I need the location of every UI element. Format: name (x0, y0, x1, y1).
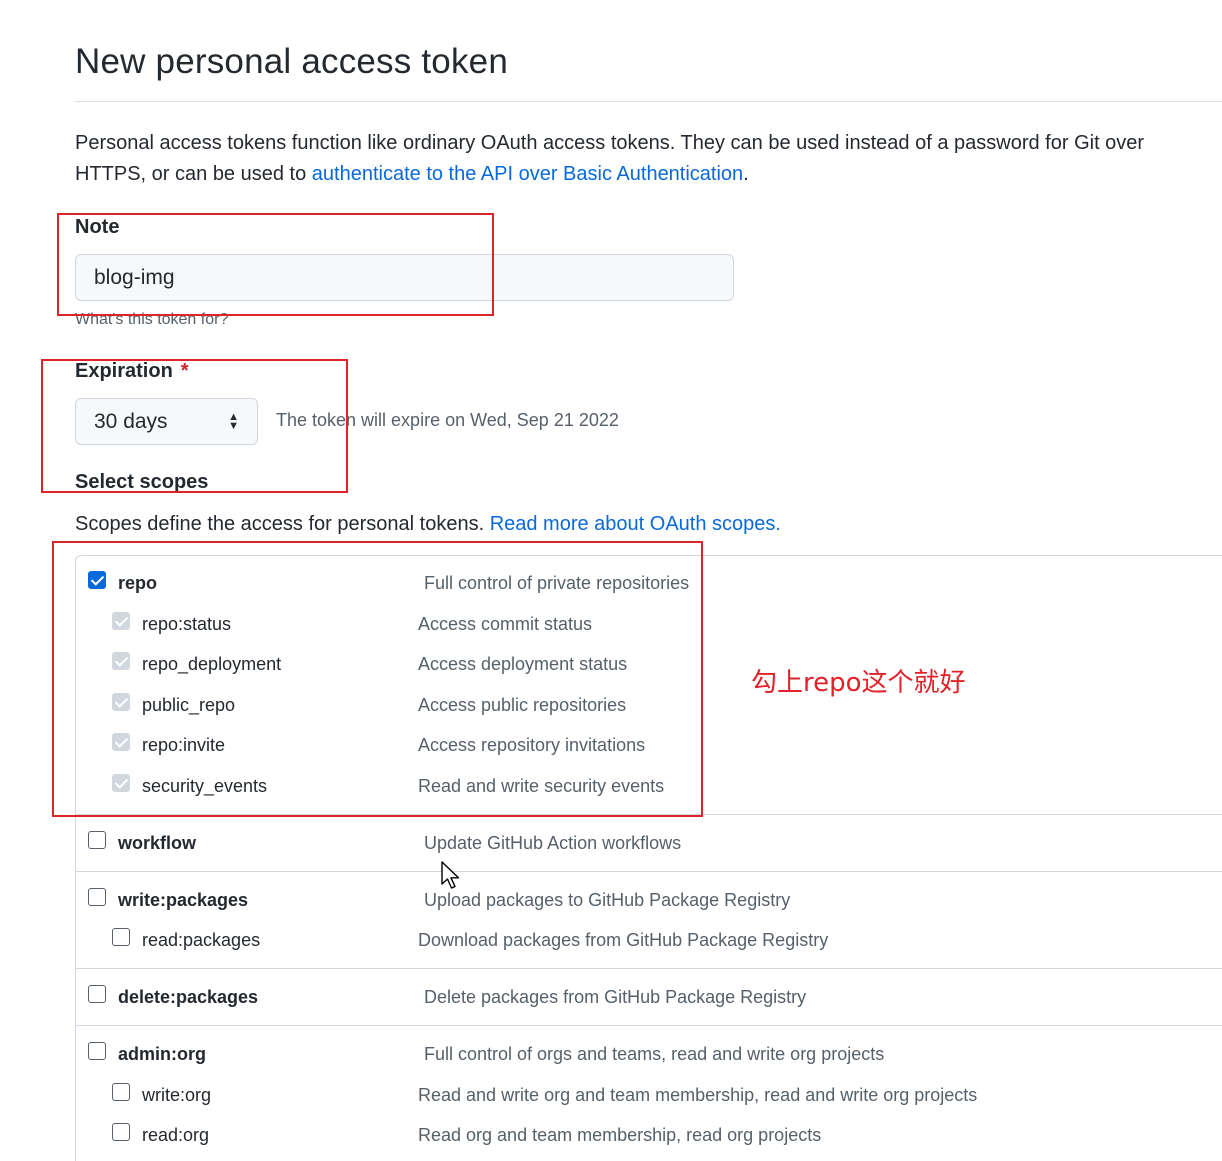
scope-checkbox-write-org[interactable] (112, 1083, 130, 1101)
scope-name-read-packages: read:packages (142, 930, 261, 950)
basic-auth-link[interactable]: authenticate to the API over Basic Authe… (312, 163, 743, 185)
scope-desc-read-org: Read org and team membership, read org p… (418, 1125, 822, 1145)
annotation-text: 勾上repo这个就好 (751, 668, 966, 698)
scope-name-delete-packages: delete:packages (118, 987, 259, 1007)
annotation-box-note (57, 213, 494, 316)
annotation-box-expiration (41, 359, 348, 493)
scope-name-write-packages: write:packages (118, 890, 249, 910)
scope-name-write-org: write:org (142, 1085, 212, 1105)
scope-checkbox-admin-org[interactable] (88, 1042, 106, 1060)
scope-desc-write-org: Read and write org and team membership, … (418, 1085, 978, 1105)
scope-name-admin-org: admin:org (118, 1044, 206, 1064)
page-title: New personal access token (75, 42, 508, 81)
title-divider (75, 101, 1222, 102)
annotation-box-repo (52, 541, 703, 817)
scope-checkbox-read-org[interactable] (112, 1123, 130, 1141)
scopes-description: Scopes define the access for personal to… (75, 513, 781, 535)
mouse-cursor-icon (441, 861, 460, 889)
scope-divider (75, 871, 1222, 872)
scope-divider (75, 1025, 1222, 1026)
scope-checkbox-delete-packages[interactable] (88, 985, 106, 1003)
scope-checkbox-read-packages[interactable] (112, 928, 130, 946)
scope-name-workflow: workflow (118, 833, 197, 853)
intro-text: Personal access tokens function like ord… (75, 132, 1145, 185)
scope-checkbox-write-packages[interactable] (88, 888, 106, 906)
scope-desc-admin-org: Full control of orgs and teams, read and… (424, 1044, 885, 1064)
scope-desc-delete-packages: Delete packages from GitHub Package Regi… (424, 987, 807, 1007)
scope-name-read-org: read:org (142, 1125, 210, 1145)
scope-desc-workflow: Update GitHub Action workflows (424, 833, 682, 853)
scope-checkbox-workflow[interactable] (88, 831, 106, 849)
scope-desc-write-packages: Upload packages to GitHub Package Regist… (424, 890, 791, 910)
scope-desc-read-packages: Download packages from GitHub Package Re… (418, 930, 829, 950)
scope-divider (75, 968, 1222, 969)
oauth-scopes-link[interactable]: Read more about OAuth scopes. (490, 513, 781, 535)
